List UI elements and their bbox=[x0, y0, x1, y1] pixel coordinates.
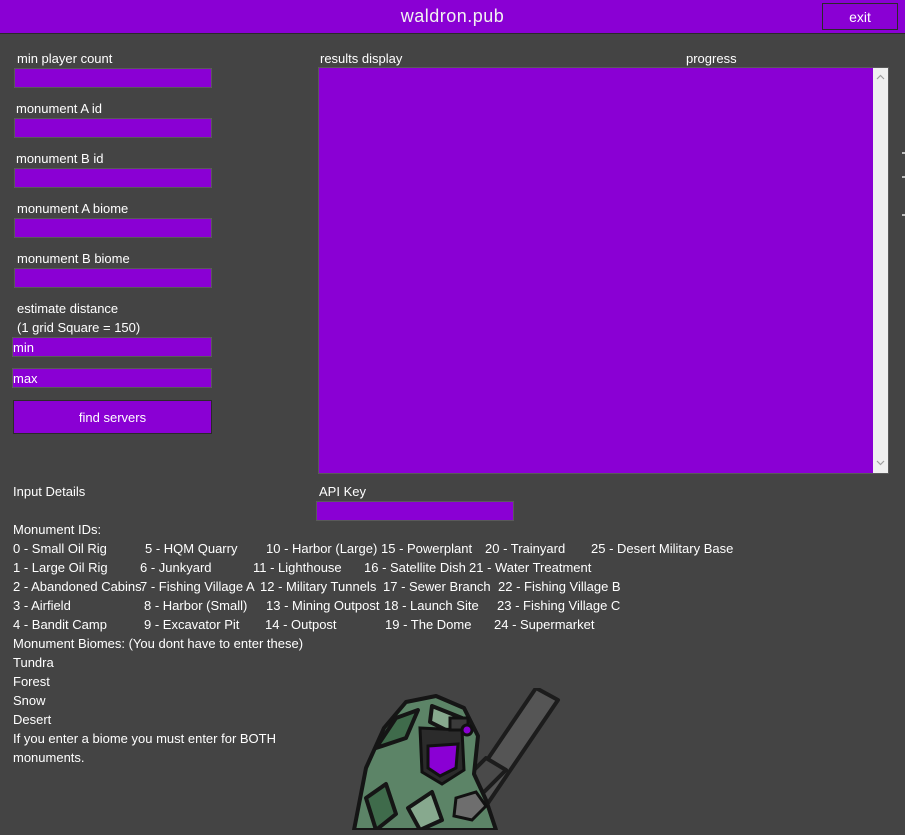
monument-id-item: 19 - The Dome bbox=[385, 617, 472, 632]
monument-a-biome-label: monument A biome bbox=[17, 201, 129, 216]
monument-id-item: 22 - Fishing Village B bbox=[498, 579, 621, 594]
results-scrollbar[interactable] bbox=[873, 68, 888, 473]
input-details-heading: Input Details bbox=[13, 484, 86, 499]
soldier-mascot-icon bbox=[336, 686, 561, 835]
monument-ids-heading: Monument IDs: bbox=[13, 522, 102, 537]
monument-id-item: 20 - Trainyard bbox=[485, 541, 566, 556]
max-distance-input[interactable]: max bbox=[12, 368, 212, 388]
api-key-label: API Key bbox=[319, 484, 366, 499]
monument-b-id-label: monument B id bbox=[16, 151, 104, 166]
monument-id-item: 13 - Mining Outpost bbox=[266, 598, 380, 613]
monument-id-item: 11 - Lighthouse bbox=[253, 560, 342, 575]
min-player-count-input[interactable] bbox=[14, 68, 212, 88]
progress-label: progress bbox=[686, 51, 737, 66]
monument-id-item: 15 - Powerplant bbox=[381, 541, 473, 556]
window-title: waldron.pub bbox=[400, 6, 505, 26]
monument-id-item: 0 - Small Oil Rig bbox=[13, 541, 107, 556]
exit-button[interactable]: exit bbox=[822, 3, 898, 30]
results-display-label: results display bbox=[320, 51, 403, 66]
biome-note: If you enter a biome you must enter for … bbox=[13, 731, 277, 746]
monument-id-item: 24 - Supermarket bbox=[494, 617, 595, 632]
monument-id-item: 21 - Water Treatment bbox=[469, 560, 592, 575]
monument-id-item: 23 - Fishing Village C bbox=[497, 598, 621, 613]
monument-b-biome-input[interactable] bbox=[14, 268, 212, 288]
monument-id-item: 17 - Sewer Branch bbox=[383, 579, 491, 594]
biome-item: Desert bbox=[13, 712, 52, 727]
api-key-input[interactable] bbox=[316, 501, 514, 521]
chevron-down-icon[interactable] bbox=[873, 456, 888, 471]
monument-id-item: 5 - HQM Quarry bbox=[145, 541, 238, 556]
monument-id-item: 1 - Large Oil Rig bbox=[13, 560, 108, 575]
biome-item: Snow bbox=[13, 693, 46, 708]
biome-note: monuments. bbox=[13, 750, 85, 765]
biomes-heading: Monument Biomes: (You dont have to enter… bbox=[13, 636, 304, 651]
monument-id-item: 6 - Junkyard bbox=[140, 560, 212, 575]
monument-id-item: 18 - Launch Site bbox=[384, 598, 479, 613]
monument-id-item: 2 - Abandoned Cabins bbox=[13, 579, 142, 594]
min-player-count-label: min player count bbox=[17, 51, 113, 66]
chevron-up-icon[interactable] bbox=[873, 70, 888, 85]
monument-id-item: 4 - Bandit Camp bbox=[13, 617, 107, 632]
monument-id-item: 3 - Airfield bbox=[13, 598, 71, 613]
biome-item: Tundra bbox=[13, 655, 54, 670]
find-servers-button[interactable]: find servers bbox=[13, 400, 212, 434]
monument-id-item: 8 - Harbor (Small) bbox=[144, 598, 248, 613]
monument-id-item: 10 - Harbor (Large) bbox=[266, 541, 378, 556]
monument-b-id-input[interactable] bbox=[14, 168, 212, 188]
monument-a-id-label: monument A id bbox=[16, 101, 102, 116]
monument-a-biome-input[interactable] bbox=[14, 218, 212, 238]
title-bar: waldron.pub exit bbox=[0, 0, 905, 34]
monument-id-item: 12 - Military Tunnels bbox=[260, 579, 377, 594]
monument-id-item: 25 - Desert Military Base bbox=[591, 541, 734, 556]
monument-id-item: 14 - Outpost bbox=[265, 617, 337, 632]
monument-id-item: 16 - Satellite Dish bbox=[364, 560, 466, 575]
monument-id-item: 7 - Fishing Village A bbox=[140, 579, 255, 594]
monument-id-item: 9 - Excavator Pit bbox=[144, 617, 240, 632]
monument-b-biome-label: monument B biome bbox=[17, 251, 130, 266]
biome-item: Forest bbox=[13, 674, 50, 689]
grid-note: (1 grid Square = 150) bbox=[17, 320, 141, 335]
results-display[interactable] bbox=[318, 67, 889, 474]
estimate-distance-label: estimate distance bbox=[17, 301, 119, 316]
min-distance-input[interactable]: min bbox=[12, 337, 212, 357]
monument-a-id-input[interactable] bbox=[14, 118, 212, 138]
